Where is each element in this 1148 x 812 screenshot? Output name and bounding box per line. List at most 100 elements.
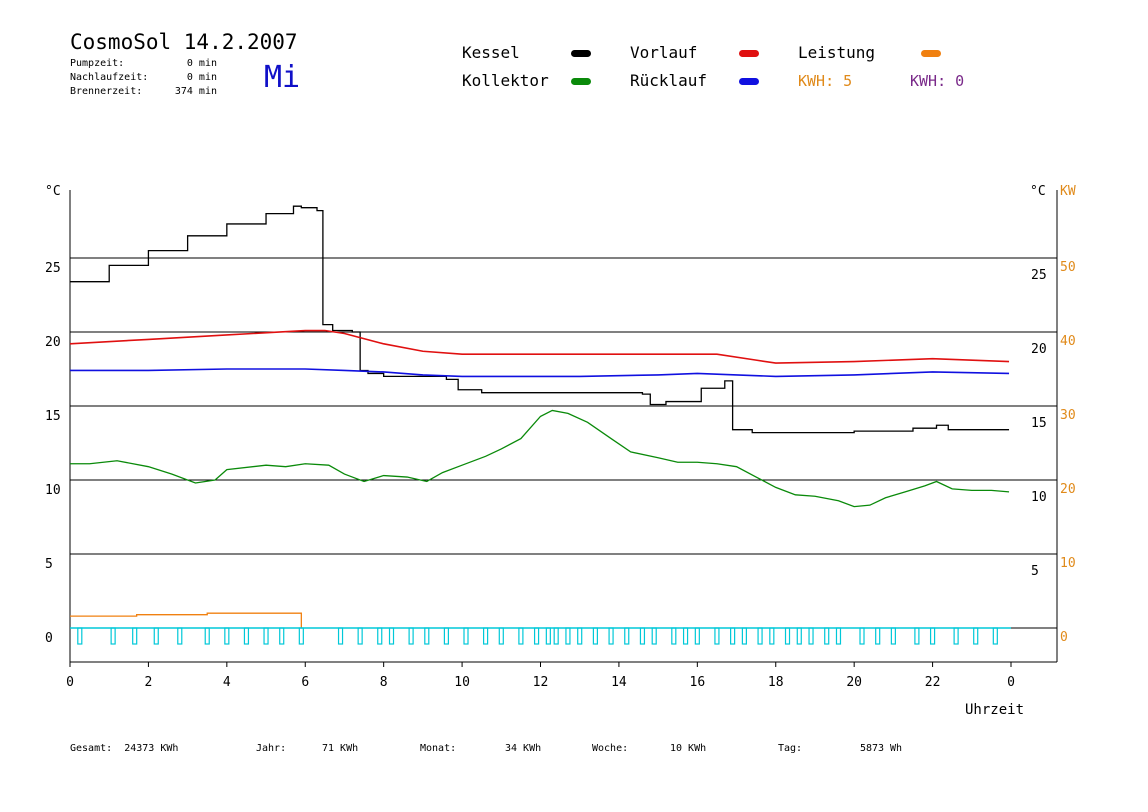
pump-pulse-mark (714, 627, 720, 645)
right-axis-unit-kw: KW (1060, 184, 1076, 199)
pump-pulse-mark (608, 627, 614, 645)
pump-pulse-mark (224, 627, 230, 645)
pump-pulses (70, 627, 1011, 645)
pump-pulse-mark (153, 627, 159, 645)
footer-tag: Tag: 5873 Wh (778, 743, 903, 754)
pump-pulse-mark (377, 627, 383, 645)
pump-pulse-mark (835, 627, 842, 645)
pump-pulse-mark (973, 627, 979, 645)
footer-monat: Monat: 34 KWh (420, 743, 542, 754)
pump-pulse-mark (671, 627, 677, 645)
right-tick-label-temp: 5 (1031, 564, 1039, 579)
left-tick-label: 5 (45, 557, 53, 572)
pump-pulse-mark (694, 627, 700, 645)
pump-pulse-mark (298, 627, 304, 645)
pump-pulse-mark (953, 627, 959, 645)
right-tick-label-kw: 20 (1060, 482, 1076, 497)
pump-pulse-mark (243, 627, 250, 645)
series-line-leistung (70, 612, 302, 628)
footer-woche: Woche: 10 KWh (592, 743, 707, 754)
right-tick-label-kw: 10 (1060, 556, 1076, 571)
x-tick-label: 2 (145, 675, 153, 690)
right-tick-label-temp: 20 (1031, 342, 1047, 357)
x-tick-label: 10 (454, 675, 470, 690)
pump-pulse-mark (77, 627, 83, 645)
pump-pulse-mark (263, 627, 269, 645)
left-tick-label: 15 (45, 409, 61, 424)
x-tick-label: 6 (301, 675, 309, 690)
x-axis-label: Uhrzeit (965, 702, 1024, 718)
pump-pulse-mark (518, 627, 524, 645)
right-tick-label-kw: 50 (1060, 260, 1076, 275)
series-line-vorlauf (69, 329, 1010, 364)
x-tick-label: 12 (533, 675, 549, 690)
left-axis-unit: °C (45, 184, 61, 199)
pump-pulse-mark (177, 627, 183, 645)
pump-pulse-mark (784, 627, 791, 645)
pump-pulse-mark (859, 627, 865, 645)
x-tick-label: 20 (846, 675, 862, 690)
pump-pulse-mark (565, 627, 571, 645)
pump-pulse-mark (769, 627, 775, 645)
pump-pulse-mark (875, 627, 881, 645)
pump-pulse-mark (929, 627, 936, 645)
pump-pulse-mark (730, 627, 736, 645)
pump-pulse-mark (914, 627, 920, 645)
chart-axes (69, 190, 1058, 663)
pump-pulse-mark (204, 627, 210, 645)
pump-pulse-mark (110, 627, 116, 645)
pump-pulse-mark (553, 627, 559, 645)
pump-pulse-mark (890, 627, 896, 645)
x-tick-label: 8 (380, 675, 388, 690)
pump-pulse-mark (682, 627, 689, 645)
series-line-kollektor (70, 409, 1010, 508)
x-tick-label: 14 (611, 675, 627, 690)
right-tick-label-temp: 15 (1031, 416, 1047, 431)
right-tick-label-temp: 25 (1031, 268, 1047, 283)
left-tick-label: 20 (45, 335, 61, 350)
chart-ticks: 0 5 10 15 20 25 5 10 15 20 25 0 10 20 30 40 50 0 2 4 6 8 10 12 1… (45, 260, 1076, 690)
pump-pulse-mark (796, 627, 802, 645)
pump-pulse-mark (741, 627, 747, 645)
footer-gesamt: Gesamt: 24373 KWh (70, 743, 179, 754)
pump-pulse-mark (651, 627, 657, 645)
chart-grid (70, 257, 1057, 629)
pump-pulse-mark (824, 627, 830, 645)
temperature-chart: 0 5 10 15 20 25 5 10 15 20 25 0 10 20 30 40 50 0 2 4 6 8 10 12 1… (45, 184, 1076, 718)
pump-pulse-mark (443, 627, 449, 645)
x-tick-label: 22 (925, 675, 941, 690)
pump-pulse-mark (463, 627, 469, 645)
pump-pulse-mark (577, 627, 583, 645)
x-tick-label: 16 (690, 675, 706, 690)
chart-series (69, 205, 1010, 628)
pump-pulse-mark (808, 627, 814, 645)
pump-pulse-mark (624, 627, 630, 645)
pump-pulse-mark (757, 627, 763, 645)
left-tick-label: 0 (45, 631, 53, 646)
right-axis-unit-temp: °C (1030, 184, 1046, 199)
pump-pulse-mark (533, 627, 540, 645)
left-tick-label: 10 (45, 483, 61, 498)
pump-pulse-mark (279, 627, 285, 645)
pump-pulse-mark (388, 627, 395, 645)
footer-jahr: Jahr: 71 KWh (256, 743, 359, 754)
x-tick-label: 18 (768, 675, 784, 690)
series-line-kessel (70, 205, 1010, 434)
pump-pulse-mark (408, 627, 414, 645)
pump-pulse-mark (639, 627, 646, 645)
right-tick-label-temp: 10 (1031, 490, 1047, 505)
pump-pulse-mark (132, 627, 138, 645)
pump-pulse-mark (483, 627, 489, 645)
pump-pulse-mark (357, 627, 363, 645)
x-tick-label: 4 (223, 675, 231, 690)
right-tick-label-kw: 0 (1060, 630, 1068, 645)
pump-pulse-mark (545, 627, 551, 645)
x-tick-label: 0 (1007, 675, 1015, 690)
pump-pulse-mark (992, 627, 998, 645)
left-tick-label: 25 (45, 261, 61, 276)
x-tick-label: 0 (66, 675, 74, 690)
right-tick-label-kw: 30 (1060, 408, 1076, 423)
pump-pulse-mark (337, 627, 344, 645)
series-line-rücklauf (70, 368, 1010, 378)
pump-pulse-mark (592, 627, 598, 645)
